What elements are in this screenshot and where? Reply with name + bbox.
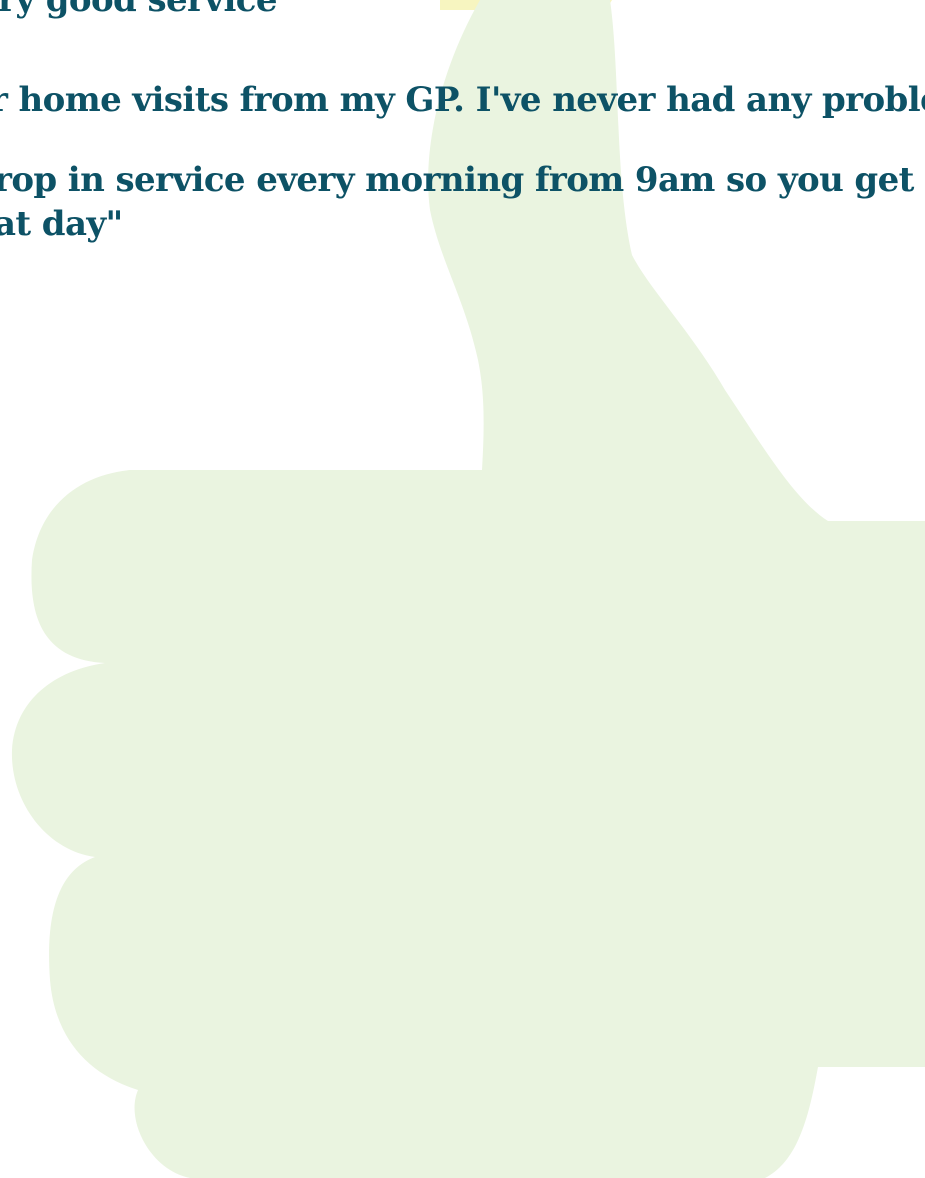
quote-1-line-1: ry good service" <box>0 0 295 20</box>
quote-3-line-1: rop in service every morning from 9am so… <box>0 160 914 200</box>
quote-3-line-2: at day" <box>0 204 123 244</box>
feedback-page: ry good service" r home visits from my G… <box>0 0 925 1178</box>
quote-2-line-1: r home visits from my GP. I've never had… <box>0 80 925 120</box>
quotes-block: ry good service" r home visits from my G… <box>0 0 925 1178</box>
quote-2: r home visits from my GP. I've never had… <box>0 78 925 122</box>
quote-3: rop in service every morning from 9am so… <box>0 158 914 246</box>
quote-1: ry good service" <box>0 0 295 22</box>
